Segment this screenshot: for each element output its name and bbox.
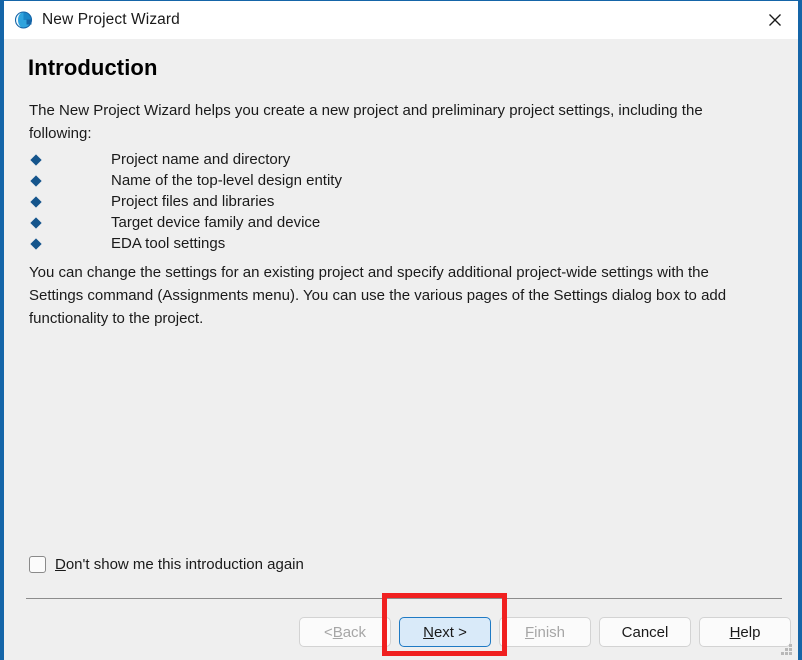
help-button[interactable]: Help: [699, 617, 791, 647]
list-item: Project name and directory: [29, 149, 342, 170]
list-item-label: Target device family and device: [111, 214, 321, 231]
checkbox-box-icon[interactable]: [29, 556, 46, 573]
checkbox-label-mnemonic: D: [55, 556, 66, 573]
diamond-bullet-icon: [30, 174, 42, 187]
help-button-label: elp: [740, 623, 761, 641]
finish-button[interactable]: Finish: [499, 617, 591, 647]
dont-show-again-checkbox[interactable]: Don't show me this introduction again: [29, 556, 304, 573]
back-button-mnemonic: B: [332, 623, 343, 641]
finish-button-label: inish: [534, 623, 566, 641]
back-button-prefix: <: [323, 623, 333, 641]
checkbox-label-rest: on't show me this introduction again: [65, 556, 304, 573]
list-item: Name of the top-level design entity: [29, 170, 342, 191]
back-button[interactable]: < Back: [299, 617, 391, 647]
help-button-mnemonic: H: [729, 623, 741, 641]
page-title: Introduction: [28, 55, 158, 80]
list-item-label: EDA tool settings: [111, 235, 226, 252]
resize-grip[interactable]: [780, 643, 792, 655]
close-icon: [769, 14, 781, 26]
back-button-label: ack: [342, 623, 367, 641]
diamond-bullet-icon: [30, 153, 42, 166]
wizard-content: Introduction The New Project Wizard help…: [4, 39, 798, 599]
next-button-mnemonic: N: [423, 623, 434, 641]
closing-paragraph: You can change the settings for an exist…: [29, 264, 727, 327]
title-bar: New Project Wizard: [4, 1, 798, 40]
list-item: Project files and libraries: [29, 191, 342, 212]
feature-bullet-list: Project name and directory Name of the t…: [29, 149, 342, 254]
cancel-button-label: Cancel: [621, 623, 669, 641]
intro-paragraph: The New Project Wizard helps you create …: [29, 102, 703, 142]
quartus-globe-icon: [14, 10, 34, 30]
next-button-label: ext >: [433, 623, 467, 641]
list-item: Target device family and device: [29, 212, 342, 233]
checkbox-label: Don't show me this introduction again: [55, 556, 304, 573]
diamond-bullet-icon: [30, 216, 42, 229]
button-bar: < Back Next > Finish Cancel Help CSDN @f…: [4, 599, 798, 660]
list-item-label: Project files and libraries: [111, 193, 275, 210]
next-button[interactable]: Next >: [399, 617, 491, 647]
new-project-wizard-window: New Project Wizard Introduction The New …: [0, 0, 802, 660]
list-item-label: Project name and directory: [111, 151, 291, 168]
diamond-bullet-icon: [30, 195, 42, 208]
list-item: EDA tool settings: [29, 233, 342, 254]
finish-button-mnemonic: F: [524, 623, 535, 641]
diamond-bullet-icon: [30, 237, 42, 250]
close-button[interactable]: [752, 1, 798, 39]
window-title: New Project Wizard: [42, 11, 180, 28]
list-item-label: Name of the top-level design entity: [111, 172, 342, 189]
cancel-button[interactable]: Cancel: [599, 617, 691, 647]
